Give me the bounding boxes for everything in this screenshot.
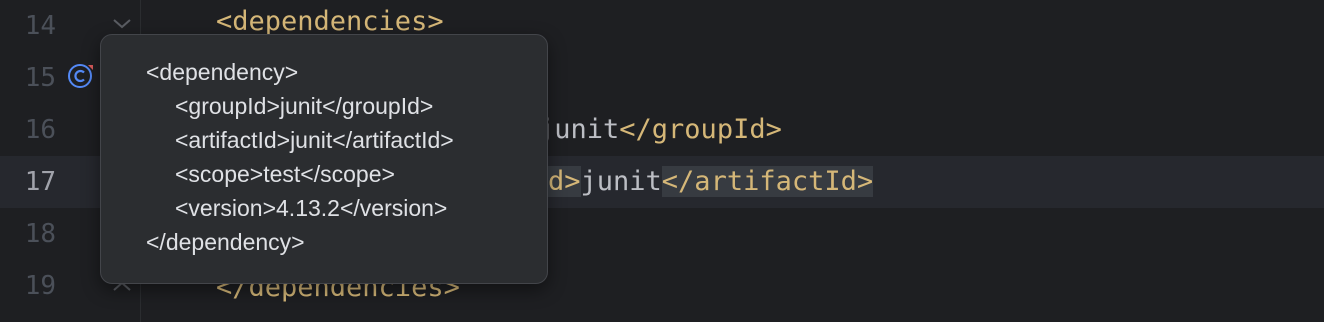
line-number: 19: [24, 271, 56, 301]
popup-line: <groupId>junit</groupId>: [175, 93, 434, 119]
popup-line: <dependency>: [146, 59, 299, 85]
maven-dependency-icon[interactable]: [67, 63, 93, 89]
popup-line: <version>4.13.2</version>: [175, 195, 448, 221]
tag-content: junit: [580, 166, 662, 197]
popup-line: <artifactId>junit</artifactId>: [175, 127, 454, 153]
code-editor[interactable]: 14 <dependencies> 15 16 junit</groupId> …: [0, 0, 1324, 322]
closing-tag: </artifactId>: [661, 166, 874, 197]
line-number: 18: [24, 219, 56, 249]
closing-tag: </groupId>: [619, 114, 782, 145]
popup-line: <scope>test</scope>: [175, 161, 395, 187]
popup-line: </dependency>: [146, 229, 305, 255]
dependency-popup: <dependency> <groupId>junit</groupId> <a…: [100, 34, 548, 284]
code-text: junit</groupId>: [538, 104, 782, 156]
opening-tag-fragment: d>: [548, 166, 581, 197]
line-number: 14: [24, 11, 56, 41]
line-number: 15: [24, 63, 56, 93]
line-number: 17: [24, 167, 56, 197]
line-number: 16: [24, 115, 56, 145]
tag-content: junit: [538, 114, 620, 145]
code-text: d>junit</artifactId>: [548, 156, 874, 208]
